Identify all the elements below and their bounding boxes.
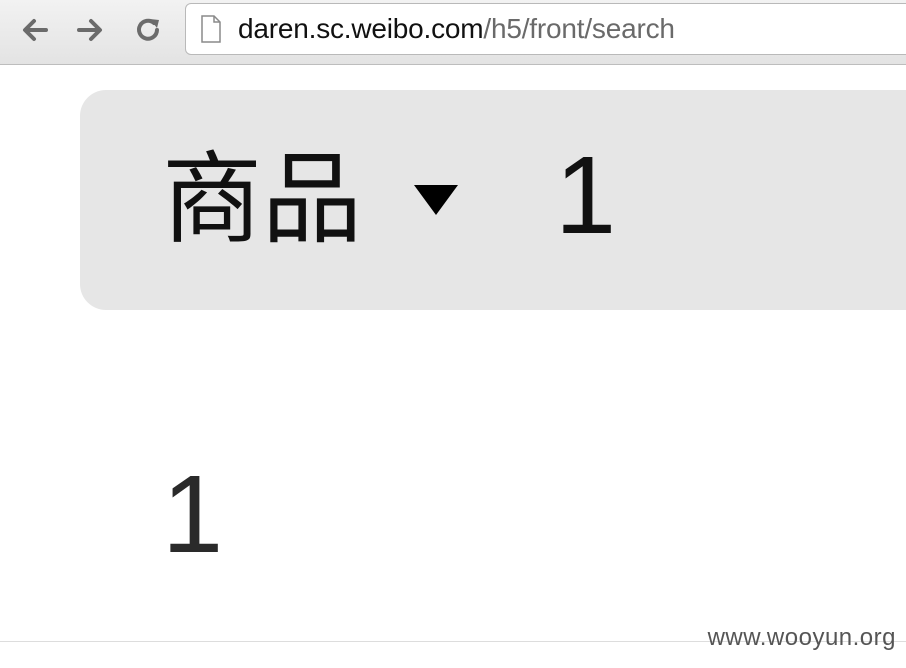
url-text: daren.sc.weibo.com/h5/front/search <box>238 13 675 45</box>
url-path: /h5/front/search <box>483 13 675 44</box>
back-button[interactable] <box>17 12 53 48</box>
arrow-right-icon <box>77 19 102 41</box>
arrow-left-icon <box>23 19 48 41</box>
url-host: daren.sc.weibo.com <box>238 13 484 44</box>
watermark: www.wooyun.org <box>707 624 896 651</box>
caret-down-icon <box>414 185 458 215</box>
address-bar[interactable]: daren.sc.weibo.com/h5/front/search <box>185 3 906 55</box>
reload-button[interactable] <box>130 12 166 48</box>
reload-icon <box>137 18 159 41</box>
category-dropdown[interactable]: 商品 <box>162 140 458 260</box>
forward-button[interactable] <box>72 12 108 48</box>
search-input[interactable]: 1 <box>555 136 906 256</box>
search-bar: 商品 1 <box>80 90 906 310</box>
category-label: 商品 <box>162 141 362 258</box>
result-text: 1 <box>162 453 224 576</box>
browser-toolbar: daren.sc.weibo.com/h5/front/search <box>0 0 906 65</box>
document-icon <box>200 15 222 43</box>
